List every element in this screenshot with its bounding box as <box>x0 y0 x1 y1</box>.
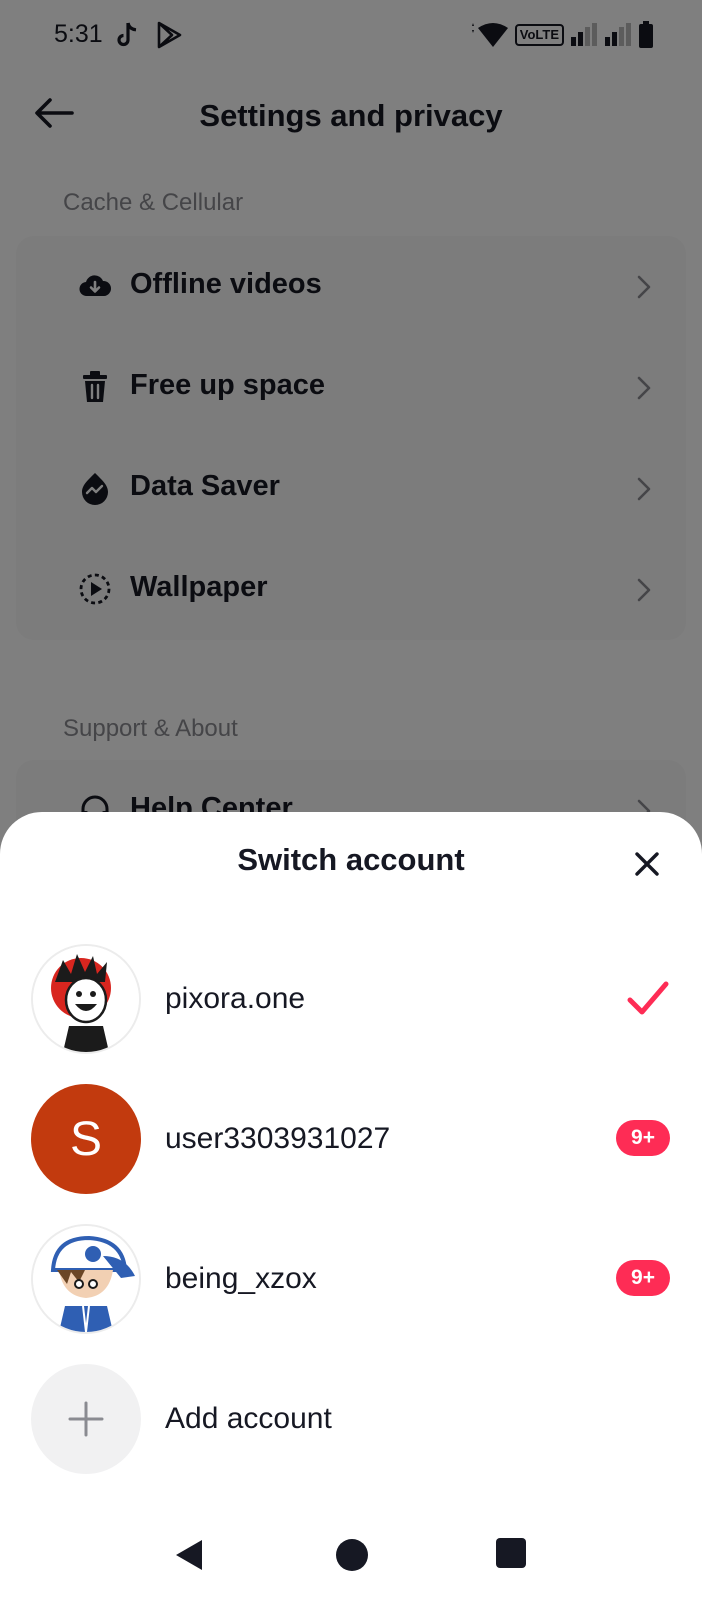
add-account-circle <box>31 1364 141 1474</box>
nav-back-icon[interactable] <box>172 1537 208 1573</box>
notification-badge: 9+ <box>616 1260 670 1296</box>
add-account-item[interactable]: Add account <box>0 1364 702 1476</box>
close-icon[interactable] <box>629 846 665 882</box>
avatar-illustration <box>33 946 139 1052</box>
nav-recents-icon[interactable] <box>495 1537 527 1569</box>
avatar: S <box>31 1084 141 1194</box>
navigation-bar <box>0 1520 702 1590</box>
account-item-pixora[interactable]: pixora.one <box>0 944 702 1056</box>
sheet-title: Switch account <box>237 842 465 877</box>
account-name: being_xzox <box>165 1262 317 1295</box>
account-item-user3303931027[interactable]: S user3303931027 9+ <box>0 1084 702 1196</box>
avatar-illustration <box>33 1226 139 1332</box>
account-item-being-xzox[interactable]: being_xzox 9+ <box>0 1224 702 1336</box>
plus-icon <box>68 1401 104 1437</box>
avatar <box>31 944 141 1054</box>
account-name: pixora.one <box>165 982 306 1015</box>
add-account-label: Add account <box>165 1402 332 1435</box>
nav-home-icon[interactable] <box>334 1537 370 1573</box>
account-name: user3303931027 <box>165 1122 391 1155</box>
checkmark-icon <box>627 981 669 1015</box>
notification-badge: 9+ <box>616 1120 670 1156</box>
avatar <box>31 1224 141 1334</box>
switch-account-sheet: Switch account pixora.one S user33039310… <box>0 812 702 1600</box>
